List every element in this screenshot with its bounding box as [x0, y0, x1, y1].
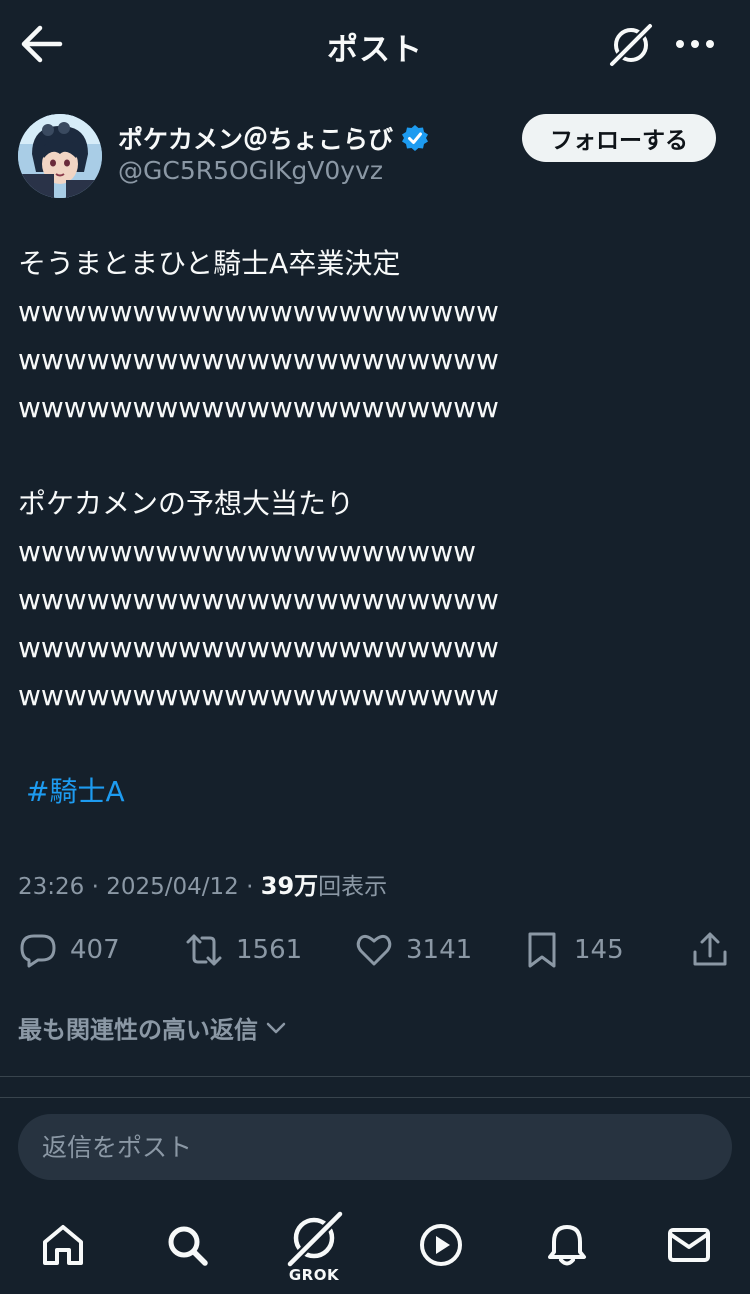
post-time: 23:26	[18, 874, 85, 900]
post-line: wwwwwwwwwwwwwwwwwwwww	[18, 295, 499, 328]
repost-count: 1561	[236, 935, 303, 965]
grok-icon	[286, 1210, 344, 1268]
notifications-bell-icon[interactable]	[542, 1220, 592, 1270]
post-screen: ポスト ポケカメン＠ちょこらび @GC5R5OGlKgV0yvz フォローする …	[0, 0, 750, 1294]
grok-tab[interactable]: GROK	[282, 1208, 346, 1288]
heart-icon	[356, 934, 392, 966]
post-line: ポケカメンの予想大当たり	[18, 487, 355, 520]
bookmark-count: 145	[574, 935, 624, 965]
reply-icon	[20, 934, 56, 968]
post-meta: 23:26 · 2025/04/12 · 39万回表示	[18, 866, 387, 901]
divider	[0, 1076, 750, 1077]
repost-button[interactable]: 1561	[184, 922, 302, 978]
share-button[interactable]	[690, 922, 730, 978]
author-name-text[interactable]: ポケカメン＠ちょこらび	[118, 120, 393, 156]
author-handle[interactable]: @GC5R5OGlKgV0yvz	[118, 156, 383, 185]
play-video-icon[interactable]	[416, 1220, 466, 1270]
replies-sort-dropdown[interactable]: 最も関連性の高い返信	[18, 1010, 288, 1045]
meta-separator: ·	[246, 874, 254, 900]
view-count-label: 回表示	[318, 874, 388, 900]
more-options-icon[interactable]	[670, 26, 720, 62]
post-line: wwwwwwwwwwwwwwwwwwwww	[18, 583, 499, 616]
like-count: 3141	[406, 935, 473, 965]
chevron-down-icon	[266, 1022, 286, 1033]
home-icon[interactable]	[38, 1220, 88, 1270]
messages-mail-icon[interactable]	[664, 1220, 714, 1270]
action-bar: 407 1561 3141 145	[0, 922, 750, 978]
like-button[interactable]: 3141	[354, 922, 472, 978]
bottom-tab-bar: GROK	[0, 1200, 750, 1294]
meta-separator: ·	[91, 874, 99, 900]
post-text: そうまとまひと騎士A卒業決定 wwwwwwwwwwwwwwwwwwwww www…	[18, 240, 718, 720]
post-date: 2025/04/12	[106, 874, 239, 900]
reply-button[interactable]: 407	[18, 922, 120, 978]
grok-icon[interactable]	[606, 20, 656, 70]
hashtag-link[interactable]: #騎士A	[26, 770, 125, 810]
bookmark-icon	[528, 932, 556, 968]
verified-badge-icon	[402, 125, 429, 151]
replies-sort-label: 最も関連性の高い返信	[18, 1016, 258, 1044]
divider	[0, 1097, 750, 1098]
avatar[interactable]	[18, 114, 102, 198]
post-line-blank	[18, 432, 718, 480]
repost-icon	[186, 934, 222, 966]
follow-button[interactable]: フォローする	[522, 114, 716, 162]
bookmark-button[interactable]: 145	[522, 922, 624, 978]
reply-input[interactable]	[18, 1114, 732, 1180]
reply-count: 407	[70, 935, 120, 965]
post-line: wwwwwwwwwwwwwwwwwwwww	[18, 631, 499, 664]
top-bar: ポスト	[0, 0, 750, 90]
search-icon[interactable]	[162, 1220, 212, 1270]
author-name[interactable]: ポケカメン＠ちょこらび	[118, 120, 429, 156]
share-icon	[693, 932, 727, 966]
post-line: wwwwwwwwwwwwwwwwwwww	[18, 535, 477, 568]
post-line: wwwwwwwwwwwwwwwwwwwww	[18, 391, 499, 424]
post-line: そうまとまひと騎士A卒業決定	[18, 247, 401, 280]
post-line: wwwwwwwwwwwwwwwwwwwww	[18, 679, 499, 712]
view-count: 39万	[260, 872, 319, 900]
post-line: wwwwwwwwwwwwwwwwwwwww	[18, 343, 499, 376]
grok-tab-label: GROK	[288, 1266, 340, 1284]
